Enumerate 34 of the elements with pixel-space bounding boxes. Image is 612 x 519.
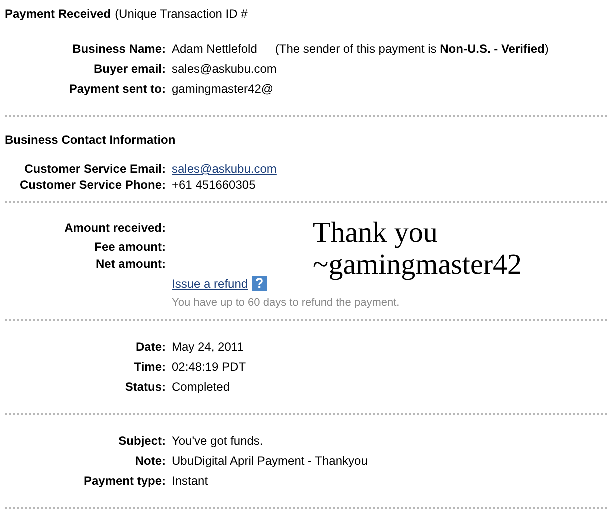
transaction-id-label: (Unique Transaction ID # (115, 7, 248, 21)
refund-link[interactable]: Issue a refund (172, 276, 248, 290)
field-value: gamingmaster42@ (172, 82, 274, 96)
field-value: You've got funds. (172, 434, 264, 448)
handwritten-note: ~gamingmaster42 (313, 249, 523, 281)
field-label: Business Name: (72, 42, 166, 56)
refund-hint: You have up to 60 days to refund the payment. (172, 297, 400, 309)
field-label: Time: (133, 360, 166, 374)
field-value: 02:48:19 PDT (172, 360, 246, 374)
field-label: Customer Service Email: (24, 162, 166, 176)
field-value: +61 451660305 (172, 178, 256, 192)
handwritten-note: Thank you (313, 217, 439, 249)
field-value: Adam Nettlefold (172, 42, 258, 56)
field-value: May 24, 2011 (172, 340, 244, 354)
field-label: Payment sent to: (68, 82, 166, 96)
email-link[interactable]: sales@askubu.com (172, 162, 277, 176)
field-value: sales@askubu.com (172, 62, 277, 76)
help-icon[interactable] (252, 276, 268, 291)
field-label: Fee amount: (94, 240, 166, 254)
field-label: Net amount: (95, 256, 166, 270)
field-label: Subject: (118, 434, 166, 448)
page-title: Payment Received (5, 7, 112, 21)
section-heading: Business Contact Information (5, 133, 177, 147)
field-label: Customer Service Phone: (18, 178, 166, 192)
field-label: Amount received: (64, 220, 166, 234)
field-value: Completed (172, 380, 230, 394)
field-label: Buyer email: (92, 62, 166, 76)
field-label: Payment type: (82, 474, 166, 488)
field-label: Note: (134, 454, 166, 468)
sender-status-note: (The sender of this payment is Non-U.S. - Verified) (275, 42, 549, 56)
field-label: Status: (124, 380, 166, 394)
field-label: Date: (134, 340, 166, 354)
field-value: Instant (172, 474, 208, 488)
field-value: UbuDigital April Payment - Thankyou (172, 454, 368, 468)
